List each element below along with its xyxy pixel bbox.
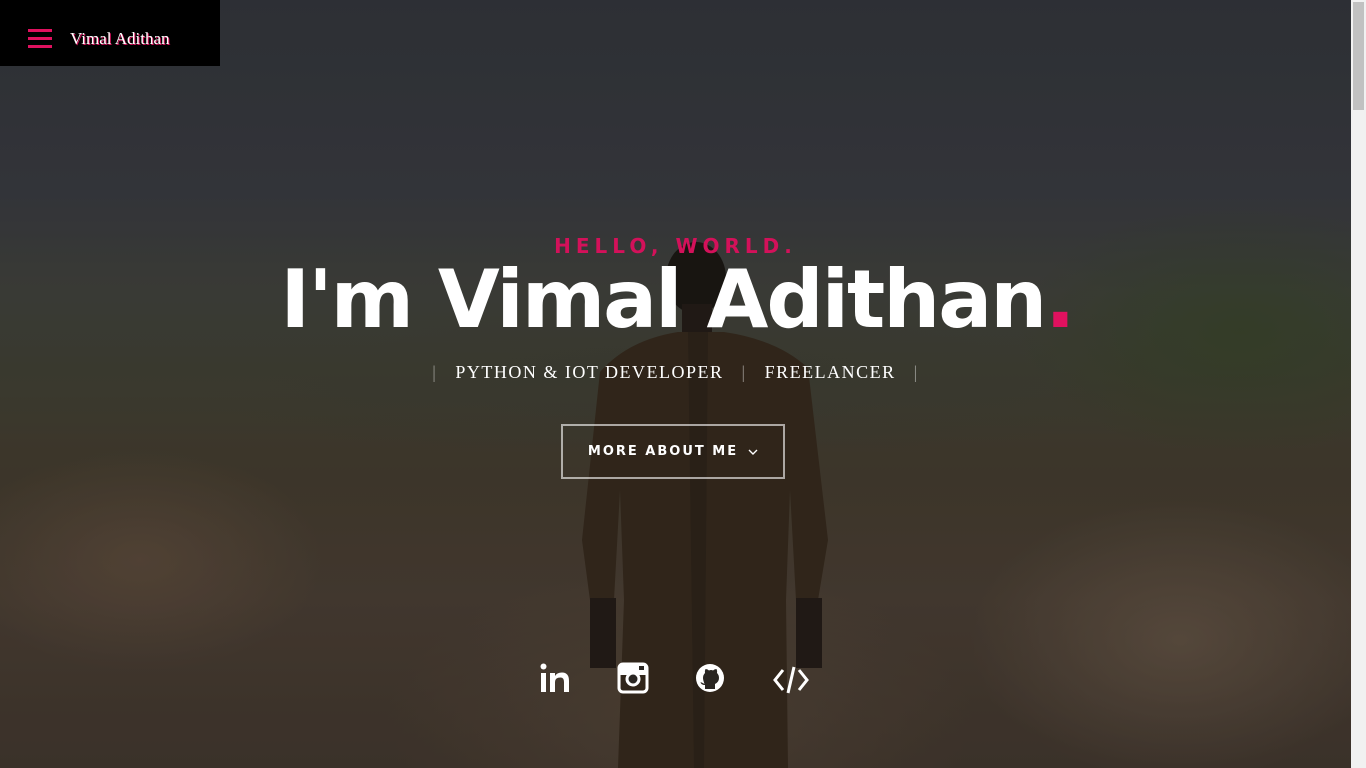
intro-title-text: I'm Vimal Adithan bbox=[280, 253, 1047, 346]
github-icon[interactable] bbox=[695, 660, 735, 700]
role-separator: | bbox=[913, 362, 919, 382]
more-about-me-label: MORE ABOUT ME bbox=[587, 444, 739, 459]
code-icon[interactable] bbox=[773, 660, 813, 700]
more-about-me-button[interactable]: MORE ABOUT ME bbox=[561, 424, 785, 479]
page: Vimal Adithan HELLO, WORLD. I'm Vimal Ad… bbox=[0, 0, 1366, 768]
instagram-icon[interactable] bbox=[617, 660, 657, 700]
intro-main-title: I'm Vimal Adithan. bbox=[0, 252, 1354, 348]
role-separator: | bbox=[432, 362, 438, 382]
role-item: FREELANCER bbox=[764, 362, 896, 382]
site-logo[interactable]: Vimal Adithan bbox=[70, 29, 170, 49]
hamburger-menu-icon[interactable] bbox=[28, 29, 52, 51]
hero-overlay bbox=[0, 0, 1351, 768]
page-scrollbar[interactable] bbox=[1351, 0, 1366, 768]
intro-roles: | PYTHON & IOT DEVELOPER | FREELANCER | bbox=[0, 362, 1351, 383]
chevron-down-icon bbox=[748, 449, 758, 455]
site-header: Vimal Adithan bbox=[0, 0, 220, 66]
linkedin-icon[interactable] bbox=[538, 660, 578, 700]
social-links bbox=[530, 660, 820, 700]
role-separator: | bbox=[741, 362, 747, 382]
intro-title-dot: . bbox=[1045, 253, 1075, 346]
role-item: PYTHON & IOT DEVELOPER bbox=[455, 362, 724, 382]
scrollbar-thumb[interactable] bbox=[1353, 2, 1364, 110]
